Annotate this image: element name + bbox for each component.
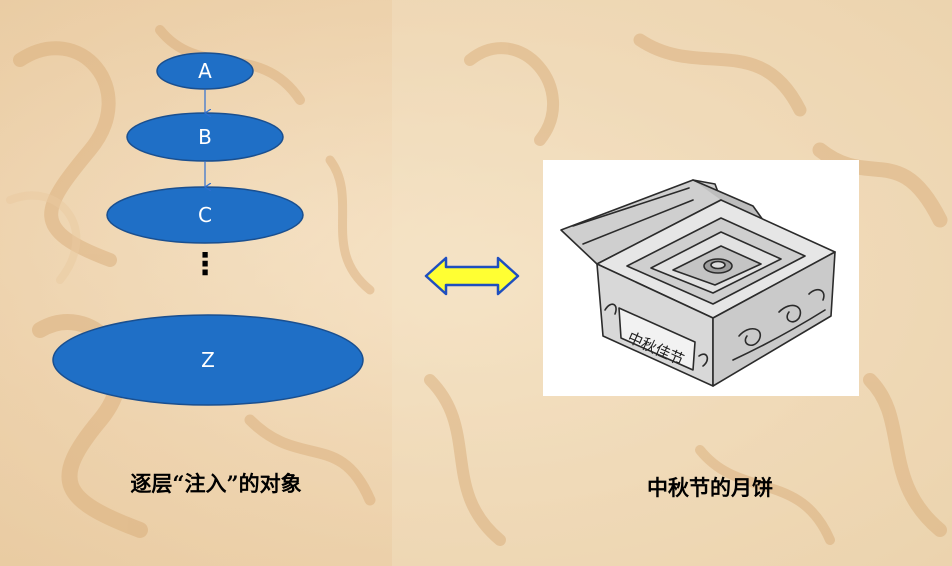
node-z-label: Z xyxy=(201,348,215,372)
ellipsis-vertical: ⋮ xyxy=(190,247,220,282)
left-caption: 逐层“注入”的对象 xyxy=(130,471,302,496)
node-c-label: C xyxy=(198,203,212,227)
mooncake-box-illustration: 中秋佳节 xyxy=(543,160,859,396)
double-headed-arrow-icon xyxy=(424,256,520,296)
mooncake-box-sketch: 中秋佳节 xyxy=(560,179,836,387)
injection-diagram-panel: A B C Z ⋮ 逐层“注入”的对象 xyxy=(0,0,392,566)
node-a-label: A xyxy=(198,59,212,83)
right-caption: 中秋节的月饼 xyxy=(647,475,773,500)
slide: A B C Z ⋮ 逐层“注入”的对象 中秋佳节 中秋节的月饼 xyxy=(0,0,952,566)
node-b-label: B xyxy=(198,125,212,149)
